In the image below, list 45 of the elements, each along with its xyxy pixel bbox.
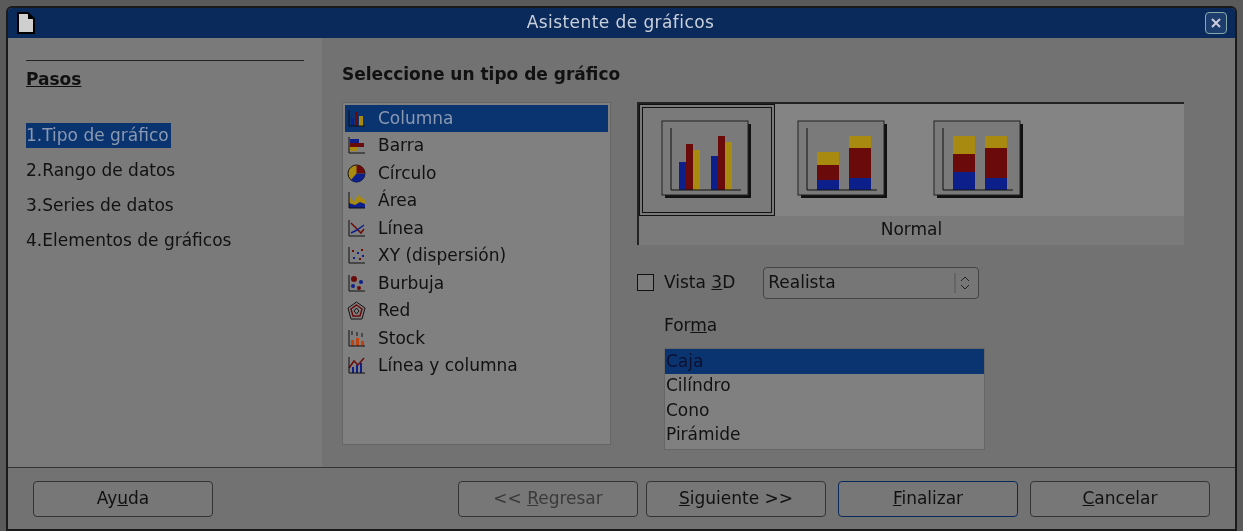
chart-variant-option[interactable]: [639, 103, 775, 216]
chart-type-item[interactable]: Burbuja: [345, 269, 608, 297]
finish-button[interactable]: Finalizar: [838, 480, 1018, 517]
shape-item[interactable]: Pirámide: [665, 422, 984, 447]
document-icon: [16, 12, 36, 34]
close-icon: [1210, 17, 1222, 29]
scatter-chart-icon: [347, 246, 366, 266]
chart-type-list[interactable]: Columna Barra Círculo Área Línea XY (dispersión) Burbuja Red Stock Línea y columna: [342, 101, 611, 445]
chart-type-item[interactable]: Círculo: [345, 159, 608, 187]
chart-type-item[interactable]: Red: [345, 297, 608, 325]
pie-chart-icon: [347, 163, 366, 183]
column-chart-icon: [347, 108, 366, 128]
step-item[interactable]: 3.Series de datos: [26, 192, 176, 218]
bubble-chart-icon: [347, 273, 366, 293]
bar-chart-icon: [347, 136, 366, 156]
step-item[interactable]: 2.Rango de datos: [26, 157, 178, 183]
chart-type-item[interactable]: Stock: [345, 324, 608, 352]
step-item[interactable]: 4.Elementos de gráficos: [26, 227, 234, 253]
shape-item[interactable]: Cilíndro: [665, 373, 984, 398]
style-select[interactable]: Realista: [763, 266, 980, 299]
chart-type-item[interactable]: Barra: [345, 132, 608, 160]
window-title: Asistente de gráficos: [525, 11, 716, 35]
area-chart-icon: [347, 191, 366, 211]
shape-item[interactable]: Cono: [665, 398, 984, 423]
chart-type-item[interactable]: Línea: [345, 214, 608, 242]
chart-type-item[interactable]: Columna: [345, 104, 608, 132]
variant-caption: Normal: [639, 215, 1184, 245]
shape-label: Forma: [664, 314, 718, 335]
help-button[interactable]: Ayuda: [33, 480, 213, 517]
chart-type-item[interactable]: XY (dispersión): [345, 242, 608, 270]
section-heading: Seleccione un tipo de gráfico: [342, 63, 622, 86]
view-3d-checkbox[interactable]: Vista 3D: [637, 269, 736, 296]
chart-type-item[interactable]: Línea y columna: [345, 352, 608, 380]
shape-list[interactable]: Caja Cilíndro Cono Pirámide: [664, 348, 985, 450]
radar-chart-icon: [347, 301, 366, 321]
close-button[interactable]: [1205, 12, 1227, 34]
line-column-chart-icon: [347, 356, 366, 376]
steps-title: Pasos: [26, 69, 82, 89]
next-button[interactable]: Siguiente >>: [646, 480, 826, 517]
line-chart-icon: [347, 218, 366, 238]
checkbox-box[interactable]: [637, 274, 654, 291]
step-item[interactable]: 1.Tipo de gráfico: [26, 122, 171, 148]
stock-chart-icon: [347, 328, 366, 348]
chart-type-item[interactable]: Área: [345, 187, 608, 215]
cancel-button[interactable]: Cancelar: [1030, 480, 1210, 517]
